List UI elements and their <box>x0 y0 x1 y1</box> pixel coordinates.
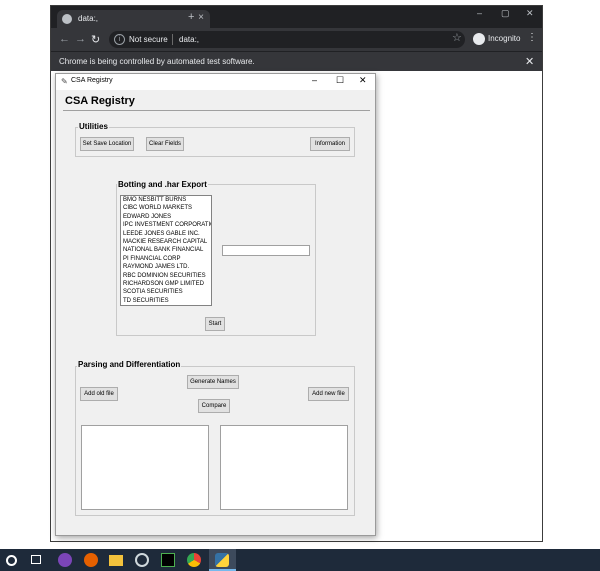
list-item[interactable]: IPC INVESTMENT CORPORATIO <box>121 221 211 229</box>
close-icon[interactable]: ✕ <box>359 75 367 86</box>
start-icon[interactable] <box>6 555 17 566</box>
automation-infobar: Chrome is being controlled by automated … <box>51 51 542 71</box>
information-button[interactable]: Information <box>310 137 350 151</box>
new-file-textarea[interactable] <box>220 425 348 510</box>
maximize-icon[interactable]: ▢ <box>501 8 510 19</box>
generate-names-button[interactable]: Generate Names <box>187 375 239 389</box>
list-item[interactable]: MACKIE RESEARCH CAPITAL <box>121 238 211 246</box>
divider <box>63 110 370 111</box>
parsing-label: Parsing and Differentiation <box>77 360 182 369</box>
list-item[interactable]: RAYMOND JAMES LTD. <box>121 263 211 271</box>
app-icon[interactable] <box>135 553 149 567</box>
info-icon[interactable]: i <box>114 34 125 45</box>
maximize-icon[interactable]: ☐ <box>336 75 344 86</box>
tab-strip: data:, × + – ▢ ✕ <box>51 6 542 28</box>
new-tab-icon[interactable]: + <box>188 11 194 23</box>
list-item[interactable]: TD SECURITIES <box>121 297 211 305</box>
incognito-label: Incognito <box>488 34 521 43</box>
list-item[interactable]: LEEDE JONES GABLE INC. <box>121 230 211 238</box>
compare-button[interactable]: Compare <box>198 399 230 413</box>
bookmark-star-icon[interactable]: ☆ <box>452 31 462 44</box>
address-bar[interactable]: i Not secure data:, <box>109 31 465 48</box>
security-label: Not secure <box>129 35 168 44</box>
page-title: CSA Registry <box>65 95 135 107</box>
list-item[interactable]: RBC DOMINION SECURITIES <box>121 272 211 280</box>
python-icon[interactable] <box>215 553 229 567</box>
add-old-file-button[interactable]: Add old file <box>80 387 118 401</box>
reload-icon[interactable]: ↻ <box>91 33 100 46</box>
list-item[interactable]: EDWARD JONES <box>121 213 211 221</box>
incognito-icon <box>473 33 485 45</box>
add-new-file-button[interactable]: Add new file <box>308 387 349 401</box>
old-file-textarea[interactable] <box>81 425 209 510</box>
window-title: CSA Registry <box>71 77 113 84</box>
minimize-icon[interactable]: – <box>477 8 482 18</box>
utilities-label: Utilities <box>78 122 109 131</box>
feather-icon: ✎ <box>61 77 68 86</box>
globe-icon <box>62 14 72 24</box>
separator <box>172 34 173 45</box>
taskbar <box>0 549 600 571</box>
window-titlebar[interactable]: ✎ CSA Registry – ☐ ✕ <box>56 74 375 90</box>
list-item[interactable]: CIBC WORLD MARKETS <box>121 204 211 212</box>
list-item[interactable]: BMO NESBITT BURNS <box>121 196 211 204</box>
csa-registry-window: ✎ CSA Registry – ☐ ✕ CSA Registry Utilit… <box>55 73 376 536</box>
list-item[interactable]: PI FINANCIAL CORP <box>121 255 211 263</box>
menu-icon[interactable]: ⋮ <box>527 32 537 43</box>
back-icon[interactable]: ← <box>59 33 70 45</box>
url-text[interactable]: data:, <box>179 35 199 44</box>
tab-close-icon[interactable]: × <box>198 12 204 23</box>
infobar-text: Chrome is being controlled by automated … <box>59 57 255 66</box>
firm-listbox[interactable]: BMO NESBITT BURNS CIBC WORLD MARKETS EDWAR… <box>120 195 212 306</box>
tab-title: data:, <box>78 14 99 23</box>
list-item[interactable]: NATIONAL BANK FINANCIAL <box>121 246 211 254</box>
botting-entry[interactable] <box>222 245 310 256</box>
terminal-icon[interactable] <box>161 553 175 567</box>
tor-browser-icon[interactable] <box>58 553 72 567</box>
task-view-icon[interactable] <box>31 555 41 564</box>
file-explorer-icon[interactable] <box>109 555 123 566</box>
firefox-icon[interactable] <box>84 553 98 567</box>
infobar-close-icon[interactable]: ✕ <box>525 55 534 68</box>
set-save-location-button[interactable]: Set Save Location <box>80 137 134 151</box>
forward-icon[interactable]: → <box>75 33 86 45</box>
list-item[interactable]: RICHARDSON GMP LIMITED <box>121 280 211 288</box>
close-icon[interactable]: ✕ <box>526 8 534 19</box>
clear-fields-button[interactable]: Clear Fields <box>146 137 184 151</box>
start-button[interactable]: Start <box>205 317 225 331</box>
chrome-icon[interactable] <box>187 553 201 567</box>
browser-toolbar: ← → ↻ i Not secure data:, <box>51 28 542 51</box>
list-item[interactable]: SCOTIA SECURITIES <box>121 288 211 296</box>
botting-label: Botting and .har Export <box>117 180 208 189</box>
minimize-icon[interactable]: – <box>312 75 317 85</box>
